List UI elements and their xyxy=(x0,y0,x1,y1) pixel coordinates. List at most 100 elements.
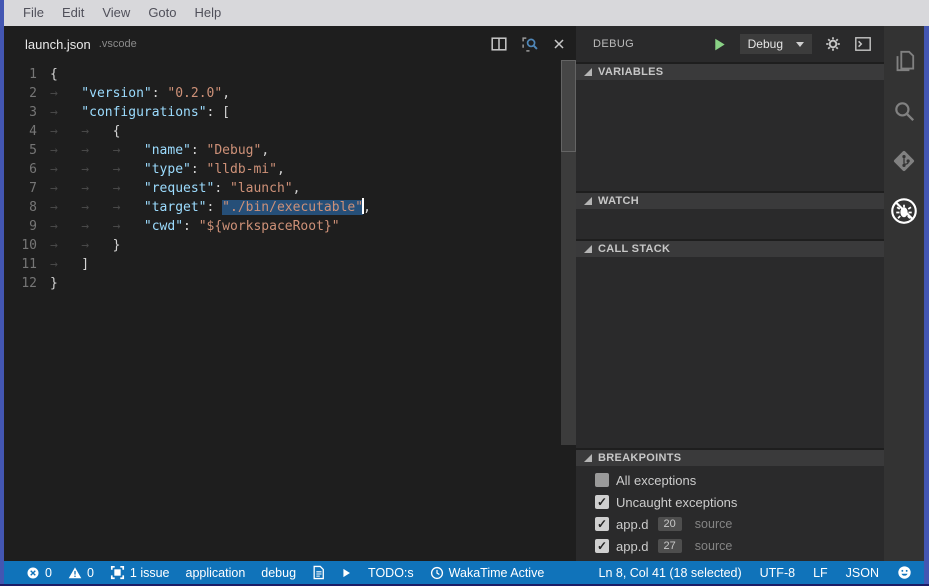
watch-panel[interactable] xyxy=(576,209,884,239)
search-icon[interactable] xyxy=(884,88,924,138)
eol[interactable]: LF xyxy=(813,566,828,580)
code-line[interactable]: 6→→→"type": "lldb-mi", xyxy=(4,160,561,179)
configure-gear-icon[interactable] xyxy=(825,36,841,52)
section-header-call-stack[interactable]: CALL STACK xyxy=(576,239,884,257)
line-number[interactable]: 8 xyxy=(4,198,50,217)
call-stack-panel[interactable] xyxy=(576,257,884,448)
error-count[interactable]: 0 xyxy=(26,566,52,580)
checkbox-checked[interactable]: ✓ xyxy=(595,539,609,553)
breakpoint-label: Uncaught exceptions xyxy=(616,495,737,510)
code-token: , xyxy=(261,143,269,158)
line-number[interactable]: 2 xyxy=(4,84,50,103)
line-number[interactable]: 7 xyxy=(4,179,50,198)
code-line[interactable]: 7→→→"request": "launch", xyxy=(4,179,561,198)
wakatime[interactable]: WakaTime Active xyxy=(430,566,545,580)
code-token: "target" xyxy=(144,200,207,215)
menu-item-help[interactable]: Help xyxy=(186,0,231,26)
line-number[interactable]: 12 xyxy=(4,274,50,293)
task-debug[interactable]: debug xyxy=(261,566,296,580)
line-number[interactable]: 11 xyxy=(4,255,50,274)
source-control-icon xyxy=(891,148,917,179)
line-number[interactable]: 1 xyxy=(4,65,50,84)
code-token: "${workspaceRoot}" xyxy=(199,219,340,234)
task-application[interactable]: application xyxy=(186,566,246,580)
scrollbar-slider[interactable] xyxy=(561,60,576,152)
status-label: TODO:s xyxy=(368,566,414,580)
tab-whitespace-icon: → xyxy=(113,160,144,179)
breakpoint-line-badge: 27 xyxy=(658,539,682,553)
smiley-icon xyxy=(897,565,912,580)
chevron-down-icon xyxy=(796,42,804,47)
code-line[interactable]: 5→→→"name": "Debug", xyxy=(4,141,561,160)
breakpoint-row[interactable]: ✓ Uncaught exceptions xyxy=(576,491,884,513)
open-preview-icon[interactable] xyxy=(521,36,538,53)
menu-item-goto[interactable]: Goto xyxy=(139,0,185,26)
split-editor-icon[interactable] xyxy=(491,36,507,52)
code-line[interactable]: 12} xyxy=(4,274,561,293)
code-line[interactable]: 8→→→"target": "./bin/executable", xyxy=(4,198,561,217)
line-number[interactable]: 5 xyxy=(4,141,50,160)
code-line[interactable]: 3→"configurations": [ xyxy=(4,103,561,122)
code-line[interactable]: 10→→} xyxy=(4,236,561,255)
line-number[interactable]: 10 xyxy=(4,236,50,255)
code-token: : xyxy=(191,143,207,158)
checkbox-checked[interactable]: ✓ xyxy=(595,495,609,509)
cursor-position[interactable]: Ln 8, Col 41 (18 selected) xyxy=(599,566,742,580)
debug-console-icon[interactable] xyxy=(854,37,872,51)
editor-scrollbar[interactable] xyxy=(561,60,576,445)
status-label: 0 xyxy=(45,566,52,580)
code-line[interactable]: 1{ xyxy=(4,65,561,84)
language-mode[interactable]: JSON xyxy=(846,566,879,580)
error-icon xyxy=(26,566,40,580)
section-header-variables[interactable]: VARIABLES xyxy=(576,62,884,80)
file-icon xyxy=(312,565,325,580)
section-header-watch[interactable]: WATCH xyxy=(576,191,884,209)
variables-panel[interactable] xyxy=(576,80,884,191)
document-icon[interactable] xyxy=(312,565,325,580)
code-token: : xyxy=(183,219,199,234)
menu-item-view[interactable]: View xyxy=(93,0,139,26)
status-label: 0 xyxy=(87,566,94,580)
code-line[interactable]: 11→] xyxy=(4,255,561,274)
feedback-smiley-icon[interactable] xyxy=(897,565,912,580)
code-token: "version" xyxy=(81,86,151,101)
todos[interactable]: TODO:s xyxy=(368,566,414,580)
tab-whitespace-icon: → xyxy=(113,198,144,217)
activity-bar xyxy=(884,26,924,561)
code-line[interactable]: 2→"version": "0.2.0", xyxy=(4,84,561,103)
line-number[interactable]: 6 xyxy=(4,160,50,179)
debug-icon[interactable] xyxy=(884,188,924,238)
run-icon[interactable] xyxy=(341,567,352,579)
checkbox-checked[interactable]: ✓ xyxy=(595,517,609,531)
breakpoint-row[interactable]: All exceptions xyxy=(576,469,884,491)
line-number[interactable]: 4 xyxy=(4,122,50,141)
code-line[interactable]: 9→→→"cwd": "${workspaceRoot}" xyxy=(4,217,561,236)
tab-whitespace-icon: → xyxy=(81,122,112,141)
section-header-breakpoints[interactable]: BREAKPOINTS xyxy=(576,448,884,466)
breakpoint-line-badge: 20 xyxy=(658,517,682,531)
encoding[interactable]: UTF-8 xyxy=(760,566,795,580)
collapse-triangle-icon xyxy=(584,68,592,76)
issues-icon xyxy=(110,565,125,580)
close-editor-icon[interactable] xyxy=(552,37,566,51)
code-token: : xyxy=(152,86,168,101)
warning-count[interactable]: 0 xyxy=(68,566,94,580)
start-debug-button[interactable] xyxy=(712,37,727,52)
sidebar-title: DEBUG xyxy=(593,38,699,50)
collapse-triangle-icon xyxy=(584,245,592,253)
launch-configuration-dropdown[interactable]: Debug xyxy=(740,34,812,54)
menu-item-file[interactable]: File xyxy=(14,0,53,26)
line-number[interactable]: 3 xyxy=(4,103,50,122)
code-line[interactable]: 4→→{ xyxy=(4,122,561,141)
line-number[interactable]: 9 xyxy=(4,217,50,236)
breakpoint-row[interactable]: ✓app.d27source xyxy=(576,535,884,557)
explorer-icon[interactable] xyxy=(884,38,924,88)
issues[interactable]: 1 issue xyxy=(110,565,170,580)
status-label: 1 issue xyxy=(130,566,170,580)
checkbox-unchecked[interactable] xyxy=(595,473,609,487)
menu-item-edit[interactable]: Edit xyxy=(53,0,93,26)
breakpoint-row[interactable]: ✓app.d20source xyxy=(576,513,884,535)
source-control-icon[interactable] xyxy=(884,138,924,188)
code-editor[interactable]: 1{2→"version": "0.2.0",3→"configurations… xyxy=(4,62,561,561)
tab-whitespace-icon: → xyxy=(50,179,81,198)
